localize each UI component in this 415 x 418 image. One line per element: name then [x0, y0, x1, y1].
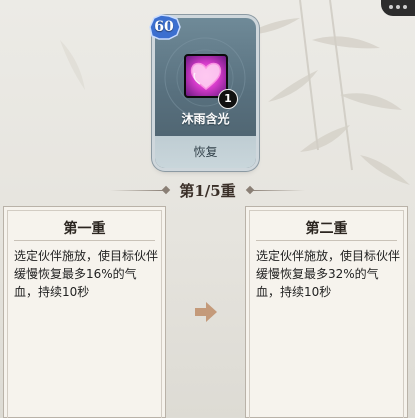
next-tier-description: 选定伙伴施放，使目标伙伴缓慢恢复最多32%的气血，持续10秒	[256, 249, 401, 299]
current-tier-panel: 第一重 选定伙伴施放，使目标伙伴缓慢恢复最多16%的气血，持续10秒	[3, 206, 166, 418]
right-arrow-icon	[195, 302, 217, 322]
menu-corner-button[interactable]	[381, 0, 415, 16]
level-badge: 60	[147, 14, 181, 40]
tier-title: 第1/5重	[179, 182, 236, 200]
skill-name: 沐雨含光	[181, 112, 230, 126]
skill-count-badge: 1	[218, 89, 238, 109]
card-frame: 1 沐雨含光 恢复	[155, 18, 256, 168]
skill-upgrade-screen: 1 沐雨含光 恢复 60 第1/5重 第一重 选定伙伴施放，使目标伙伴缓慢恢复最…	[0, 0, 415, 418]
next-tier-panel: 第二重 选定伙伴施放，使目标伙伴缓慢恢复最多32%的气血，持续10秒	[245, 206, 408, 418]
tier-divider-right	[250, 190, 305, 191]
skill-type-label: 恢复	[193, 145, 218, 159]
level-value: 60	[154, 19, 174, 35]
skill-card[interactable]: 1 沐雨含光 恢复 60	[149, 14, 258, 168]
next-tier-title: 第二重	[305, 221, 348, 237]
panel-divider	[256, 240, 397, 241]
current-tier-description: 选定伙伴施放，使目标伙伴缓慢恢复最多16%的气血，持续10秒	[14, 249, 159, 299]
panel-divider	[14, 240, 155, 241]
current-tier-title: 第一重	[63, 221, 106, 237]
